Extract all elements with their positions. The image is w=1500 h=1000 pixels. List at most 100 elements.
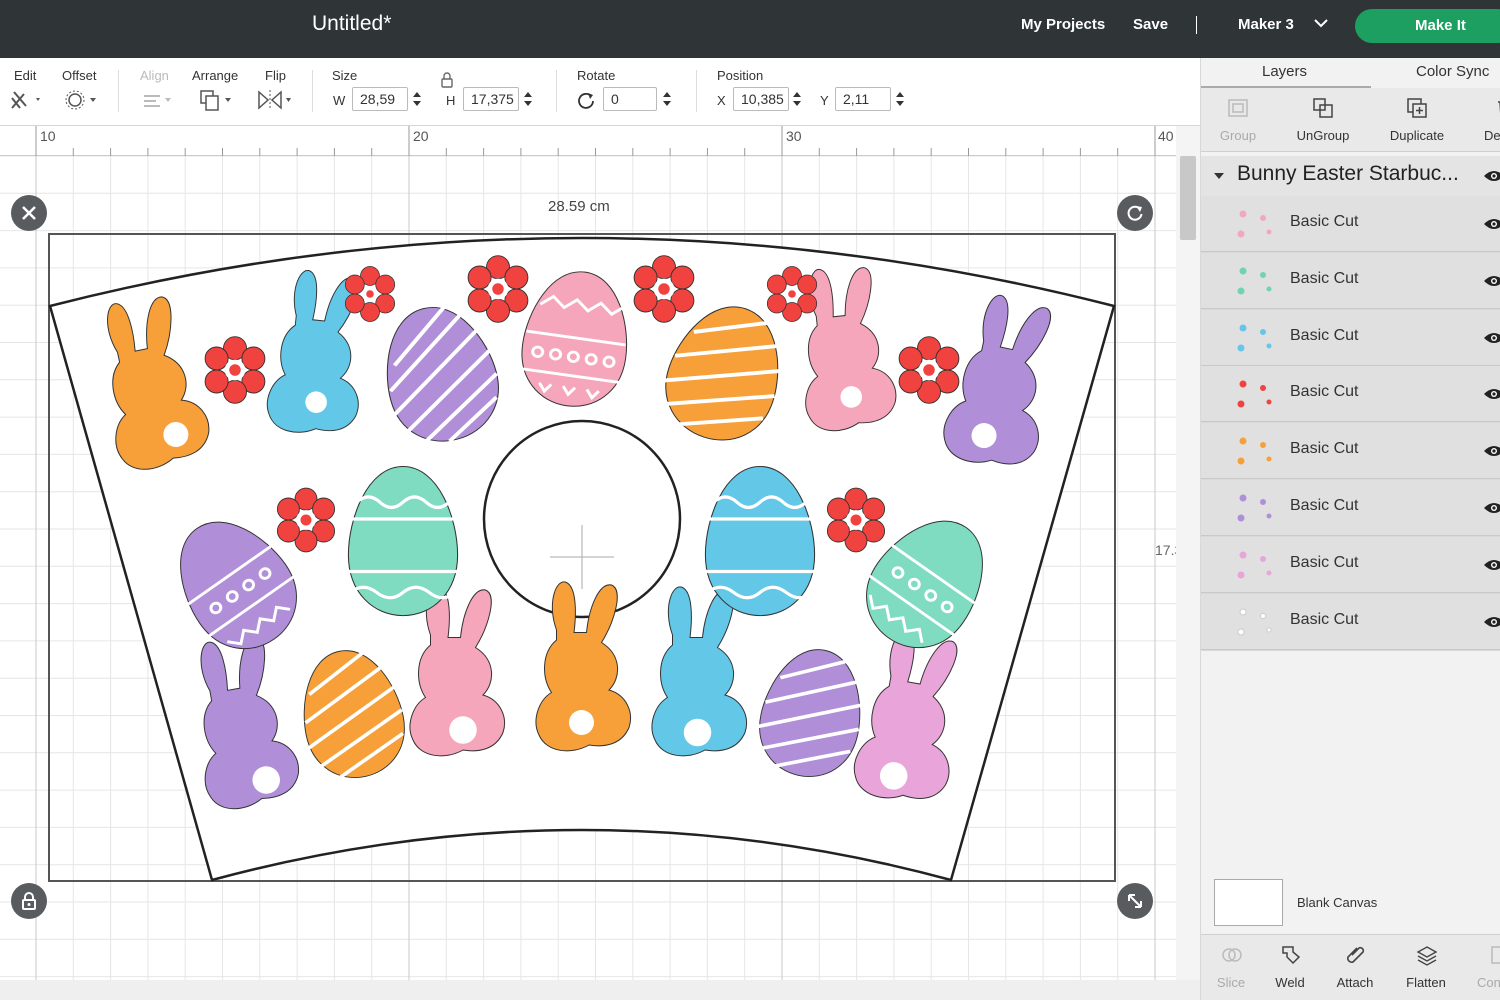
height-input[interactable]: 17,375 [463, 87, 519, 111]
width-dimension-label: 28.59 cm [548, 198, 610, 215]
layers-panel: Layers Color Sync Group UnGroup Duplicat… [1200, 58, 1500, 1000]
group-label: Group [1219, 128, 1257, 143]
make-it-button[interactable]: Make It [1355, 9, 1500, 43]
tab-layers[interactable]: Layers [1262, 63, 1307, 80]
rotate-label: Rotate [577, 68, 616, 83]
arrange-icon[interactable] [198, 88, 234, 112]
edit-tools-icon[interactable] [8, 88, 44, 112]
size-label: Size [332, 68, 358, 83]
chevron-down-icon[interactable] [1312, 14, 1330, 32]
align-icon[interactable] [140, 88, 176, 112]
layer-group-header[interactable]: Bunny Easter Starbuc... [1201, 156, 1500, 196]
width-input[interactable]: 28,59 [352, 87, 408, 111]
layer-name[interactable]: Basic Cut [1290, 497, 1358, 515]
edit-toolbar: Edit Offset Align Arrange Flip Size W 28… [0, 58, 1200, 126]
y-stepper[interactable] [893, 87, 907, 111]
offset-icon[interactable] [64, 88, 100, 112]
save-button[interactable]: Save [1133, 16, 1168, 33]
layer-name[interactable]: Basic Cut [1290, 554, 1358, 572]
topbar-divider [1196, 16, 1197, 34]
machine-selector[interactable]: Maker 3 [1238, 16, 1294, 33]
slice-button[interactable]: Slice [1201, 935, 1261, 1000]
delete-handle[interactable] [11, 195, 47, 231]
layer-row[interactable]: Basic Cut [1201, 366, 1500, 423]
ruler-mark: 20 [413, 128, 429, 144]
layer-name[interactable]: Basic Cut [1290, 270, 1358, 288]
flatten-label: Flatten [1406, 975, 1446, 990]
layer-name[interactable]: Basic Cut [1290, 213, 1358, 231]
contour-button[interactable]: Contour [1469, 935, 1500, 1000]
layer-name[interactable]: Basic Cut [1290, 611, 1358, 629]
layer-row[interactable]: Basic Cut [1201, 480, 1500, 536]
lock-handle[interactable] [11, 883, 47, 919]
group-icon [1228, 99, 1248, 117]
blank-canvas-swatch[interactable] [1214, 879, 1283, 926]
ungroup-button[interactable]: UnGroup [1283, 88, 1363, 152]
height-field-label: H [446, 93, 456, 108]
position-label: Position [717, 68, 764, 83]
x-stepper[interactable] [790, 87, 804, 111]
layer-row[interactable]: Basic Cut [1201, 593, 1500, 650]
flip-icon[interactable] [256, 88, 292, 112]
eye-icon[interactable] [1483, 558, 1500, 572]
weld-icon [1282, 946, 1301, 965]
tab-color-sync[interactable]: Color Sync [1416, 63, 1489, 80]
eye-icon[interactable] [1483, 331, 1500, 345]
resize-handle[interactable] [1117, 883, 1153, 919]
bottom-actions-bar: Slice Weld Attach Flatten Contour [1201, 934, 1500, 1000]
flip-label: Flip [265, 68, 286, 83]
eye-icon[interactable] [1483, 274, 1500, 288]
layer-row[interactable]: Basic Cut [1201, 536, 1500, 593]
my-projects-link[interactable]: My Projects [1021, 16, 1105, 33]
horizontal-scrollbar[interactable] [0, 980, 1200, 1000]
weld-button[interactable]: Weld [1260, 935, 1320, 1000]
lock-ratio-icon[interactable] [440, 72, 454, 88]
layer-actions-bar: Group UnGroup Duplicate Delete [1201, 88, 1500, 152]
group-button[interactable]: Group [1198, 88, 1278, 152]
y-field-label: Y [820, 93, 829, 108]
eye-icon[interactable] [1483, 387, 1500, 401]
blank-canvas-label: Blank Canvas [1297, 895, 1378, 910]
layer-thumbnail [1237, 437, 1272, 465]
layer-group-name[interactable]: Bunny Easter Starbuc... [1237, 162, 1459, 186]
eye-icon[interactable] [1483, 444, 1500, 458]
eye-icon[interactable] [1483, 615, 1500, 629]
layer-thumbnail [1237, 494, 1272, 522]
layer-row[interactable]: Basic Cut [1201, 423, 1500, 480]
resize-diagonal-icon [1128, 894, 1142, 908]
x-position-input[interactable]: 10,385 [733, 87, 789, 111]
rotate-stepper[interactable] [660, 87, 674, 111]
lock-icon [22, 892, 36, 910]
rotate-handle[interactable] [1117, 195, 1153, 231]
delete-button[interactable]: Delete [1463, 88, 1500, 152]
width-stepper[interactable] [410, 87, 424, 111]
layer-name[interactable]: Basic Cut [1290, 383, 1358, 401]
document-title[interactable]: Untitled* [312, 12, 391, 36]
top-bar: Untitled* My Projects Save Maker 3 Make … [0, 0, 1500, 58]
eye-icon[interactable] [1483, 217, 1500, 231]
vertical-scrollbar[interactable] [1176, 126, 1200, 980]
eye-icon[interactable] [1483, 501, 1500, 515]
scrollbar-thumb[interactable] [1180, 156, 1196, 240]
rotate-input[interactable]: 0 [603, 87, 657, 111]
edit-label: Edit [14, 68, 37, 83]
close-icon [22, 206, 36, 220]
height-stepper[interactable] [521, 87, 535, 111]
caret-down-icon[interactable] [1213, 171, 1225, 181]
layer-row[interactable]: Basic Cut [1201, 309, 1500, 366]
y-position-input[interactable]: 2,11 [835, 87, 891, 111]
attach-label: Attach [1336, 975, 1374, 990]
flatten-button[interactable]: Flatten [1396, 935, 1456, 1000]
blank-canvas-row[interactable]: Blank Canvas [1201, 868, 1500, 936]
layer-name[interactable]: Basic Cut [1290, 327, 1358, 345]
layer-row[interactable]: Basic Cut [1201, 252, 1500, 309]
tumbler-wrap-design[interactable] [0, 156, 1176, 980]
design-canvas[interactable] [0, 156, 1176, 980]
layer-row[interactable]: Basic Cut [1201, 196, 1500, 252]
attach-button[interactable]: Attach [1325, 935, 1385, 1000]
layer-name[interactable]: Basic Cut [1290, 440, 1358, 458]
eye-icon[interactable] [1483, 169, 1500, 183]
duplicate-button[interactable]: Duplicate [1377, 88, 1457, 152]
layer-thumbnail [1237, 608, 1272, 636]
offset-label: Offset [62, 68, 97, 83]
